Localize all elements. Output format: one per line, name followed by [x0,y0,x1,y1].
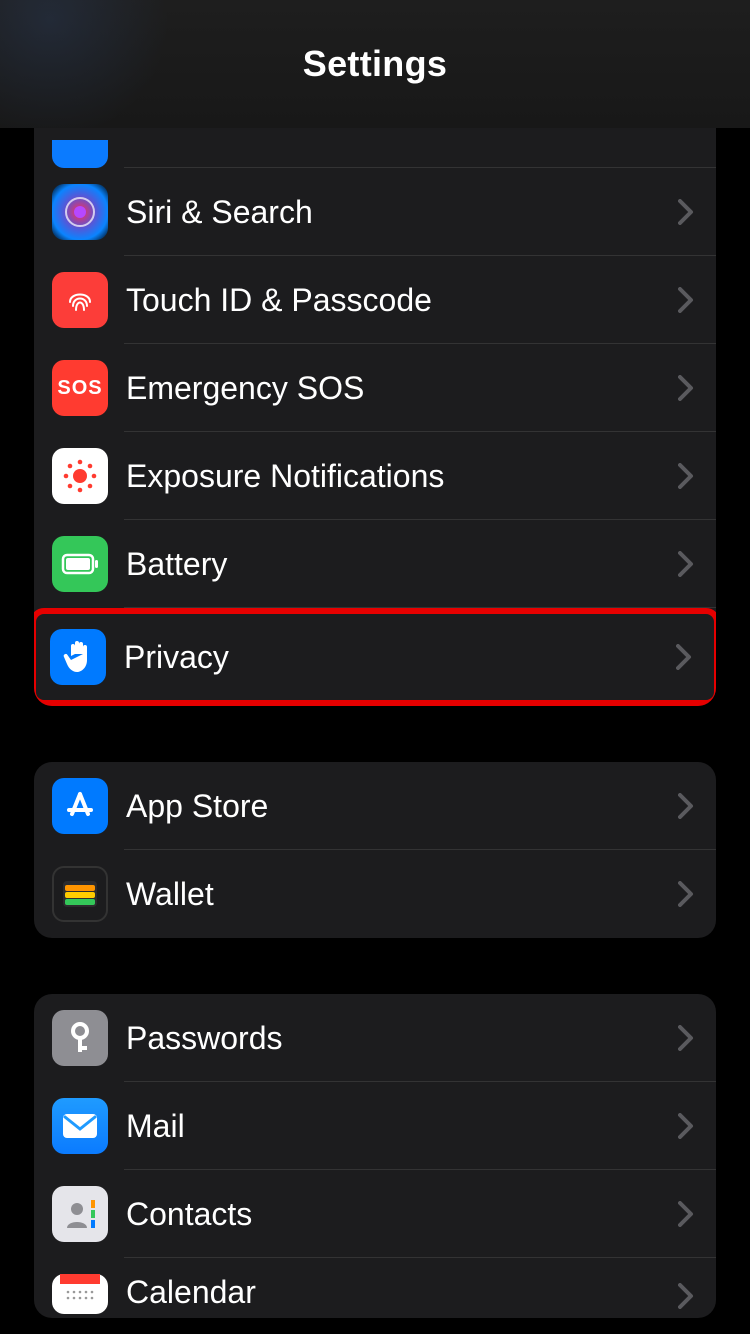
list-item-exposure[interactable]: Exposure Notifications [34,432,716,520]
chevron-right-icon [678,1201,716,1227]
page-title: Settings [303,43,447,85]
hand-icon [50,629,106,685]
chevron-right-icon [678,1283,716,1309]
fingerprint-icon [52,272,108,328]
chevron-right-icon [678,551,716,577]
list-item-contacts[interactable]: Contacts [34,1170,716,1258]
list-item-battery[interactable]: Battery [34,520,716,608]
settings-list: Siri & Search Touch ID & Passcode SOS Em… [0,128,750,1318]
chevron-right-icon [678,1025,716,1051]
appstore-icon [52,778,108,834]
exposure-icon [52,448,108,504]
chevron-right-icon [678,287,716,313]
chevron-right-icon [678,375,716,401]
list-item-sos[interactable]: SOS Emergency SOS [34,344,716,432]
list-item-siri[interactable]: Siri & Search [34,168,716,256]
list-item-label: Battery [126,546,678,583]
chevron-right-icon [678,1113,716,1139]
chevron-right-icon [678,881,716,907]
header-bar: Settings [0,0,750,128]
list-item-label: Calendar [126,1274,678,1311]
highlight-privacy: Privacy [34,608,716,706]
list-item-privacy[interactable]: Privacy [36,614,714,700]
contacts-icon [52,1186,108,1242]
list-item-label: App Store [126,788,678,825]
sos-icon: SOS [52,360,108,416]
list-item-label: Siri & Search [126,194,678,231]
list-item-touchid[interactable]: Touch ID & Passcode [34,256,716,344]
list-item-label: Passwords [126,1020,678,1057]
chevron-right-icon [678,793,716,819]
list-item-label: Touch ID & Passcode [126,282,678,319]
list-item-label: Contacts [126,1196,678,1233]
list-item-label: Privacy [124,639,676,676]
list-item-appstore[interactable]: App Store [34,762,716,850]
settings-group-accounts: Passwords Mail Contacts Calendar [34,994,716,1318]
list-item-partial[interactable] [34,128,716,168]
mail-icon [52,1098,108,1154]
wallet-icon [52,866,108,922]
calendar-icon [52,1274,108,1314]
chevron-right-icon [678,199,716,225]
chevron-right-icon [676,644,714,670]
list-item-mail[interactable]: Mail [34,1082,716,1170]
unknown-icon [52,140,108,168]
list-item-label: Mail [126,1108,678,1145]
list-item-wallet[interactable]: Wallet [34,850,716,938]
settings-group-general: Siri & Search Touch ID & Passcode SOS Em… [34,128,716,706]
list-item-calendar[interactable]: Calendar [34,1258,716,1318]
battery-icon [52,536,108,592]
list-item-passwords[interactable]: Passwords [34,994,716,1082]
list-item-label: Emergency SOS [126,370,678,407]
chevron-right-icon [678,463,716,489]
settings-group-apps: App Store Wallet [34,762,716,938]
key-icon [52,1010,108,1066]
siri-icon [52,184,108,240]
list-item-label: Exposure Notifications [126,458,678,495]
list-item-label: Wallet [126,876,678,913]
